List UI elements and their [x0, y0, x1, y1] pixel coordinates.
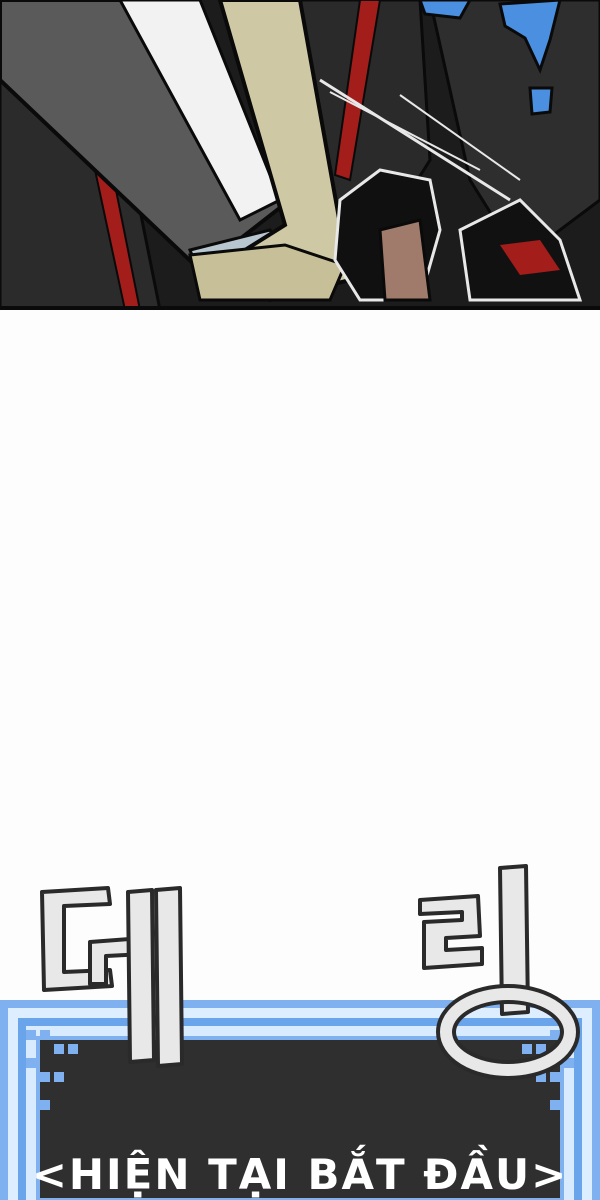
sfx-ding-artwork	[40, 864, 580, 1080]
comic-panel-action	[0, 0, 600, 310]
panel-artwork	[0, 0, 600, 310]
comic-page: <HIỆN TẠI BẮT ĐẦU>	[0, 0, 600, 1200]
banner-title: <HIỆN TẠI BẮT ĐẦU>	[31, 1150, 569, 1199]
